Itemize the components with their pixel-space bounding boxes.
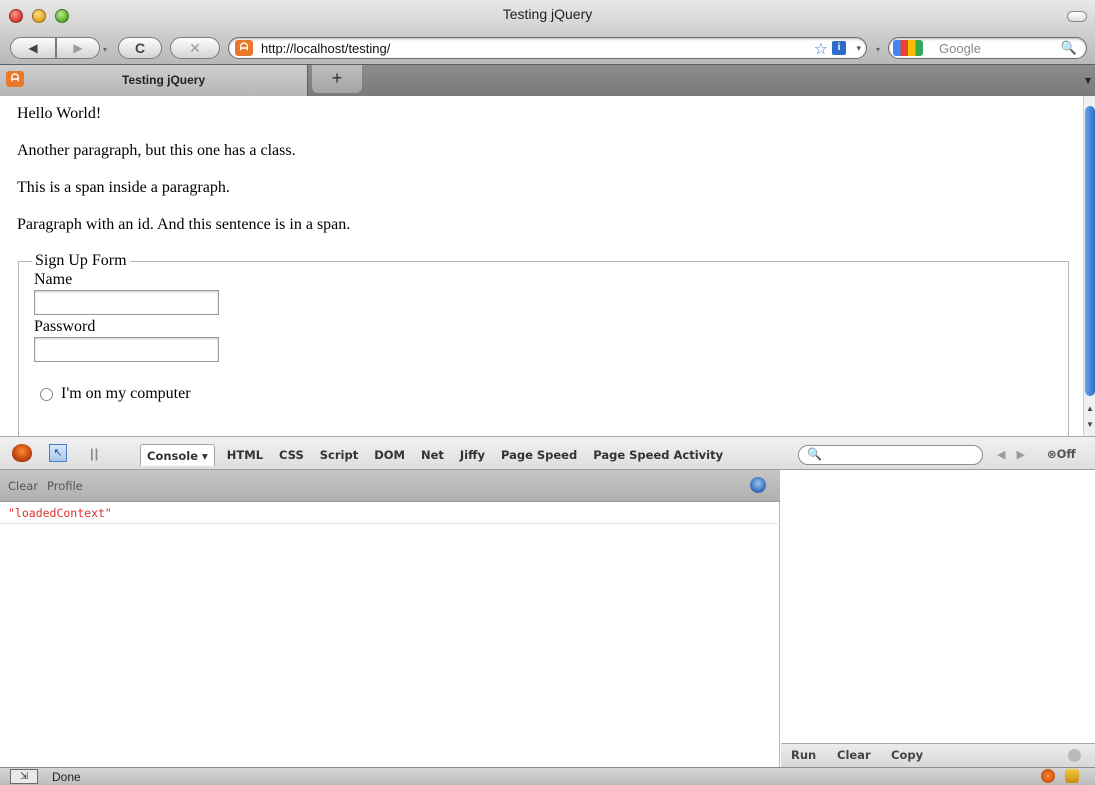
page-content: Hello World! Another paragraph, but this… xyxy=(0,96,1083,436)
paragraph-class: Another paragraph, but this one has a cl… xyxy=(17,142,296,159)
url-text[interactable]: http://localhost/testing/ xyxy=(261,41,390,56)
site-favicon-icon: ᗩ xyxy=(235,40,253,56)
status-resize-icon[interactable]: ⇲ xyxy=(10,769,38,784)
pause-icon[interactable]: || xyxy=(90,446,99,461)
tab-favicon-icon: ᗩ xyxy=(6,71,24,87)
tab-label: Testing jQuery xyxy=(122,73,206,87)
console-profile-button[interactable]: Profile xyxy=(47,479,83,493)
page-scroll-thumb[interactable] xyxy=(1085,106,1095,396)
forward-button[interactable]: ▶ xyxy=(56,37,100,59)
editor-clear-button[interactable]: Clear xyxy=(837,748,871,762)
search-icon[interactable]: 🔍 xyxy=(1061,40,1077,56)
paragraph-id: Paragraph with an id. And this sentence … xyxy=(17,216,351,233)
back-arrow-icon: ◀ xyxy=(28,41,38,55)
page-scrollbar[interactable]: ▲ ▼ xyxy=(1083,96,1095,436)
reload-icon: C xyxy=(134,40,146,56)
tab-bar: ᗩ Testing jQuery + ▾ xyxy=(0,64,1095,96)
google-engine-icon[interactable] xyxy=(893,40,923,56)
firebug-tab-jiffy[interactable]: Jiffy xyxy=(452,444,493,466)
paragraph-span: This is a span inside a paragraph. xyxy=(17,179,230,196)
search-input[interactable]: Google xyxy=(939,41,981,56)
title-bar: Testing jQuery xyxy=(0,0,1095,34)
run-button[interactable]: Run xyxy=(791,748,816,762)
url-dropdown-icon[interactable]: ▾ xyxy=(856,43,861,54)
firebug-tab-page-speed[interactable]: Page Speed xyxy=(493,444,585,466)
console-clear-button[interactable]: Clear xyxy=(8,479,38,493)
toolbar-toggle-button[interactable] xyxy=(1067,11,1087,22)
back-button[interactable]: ◀ xyxy=(10,37,56,59)
stop-icon: ✕ xyxy=(189,39,201,56)
password-label: Password xyxy=(34,318,96,335)
computer-radio-row[interactable]: I'm on my computer xyxy=(34,384,1053,404)
computer-radio-label: I'm on my computer xyxy=(61,385,191,402)
signup-form: Sign Up Form Name Password I'm on my com… xyxy=(18,252,1069,436)
address-bar[interactable]: ᗩ http://localhost/testing/ ☆ i ▾ xyxy=(228,37,867,59)
paragraph-hello: Hello World! xyxy=(17,105,102,122)
scroll-down-icon[interactable]: ▼ xyxy=(1084,418,1095,432)
firebug-nav-arrows-icon[interactable]: ◀ ▶ xyxy=(997,448,1029,461)
firebug-console-panel: Clear Profile "loadedContext" xyxy=(0,470,780,767)
firebug-tab-dom[interactable]: DOM xyxy=(366,444,413,466)
new-tab-button[interactable]: + xyxy=(312,65,362,93)
firebug-tab-page-speed-activity[interactable]: Page Speed Activity xyxy=(585,444,731,466)
firebug-tab-console[interactable]: Console ▾ xyxy=(140,444,215,466)
window-title: Testing jQuery xyxy=(502,6,593,22)
search-bar[interactable]: Google 🔍 xyxy=(888,37,1087,59)
reload-button[interactable]: C xyxy=(118,37,162,59)
tab-testing-jquery[interactable]: ᗩ Testing jQuery xyxy=(0,65,308,96)
console-log-line: "loadedContext" xyxy=(0,503,780,524)
firebug-panel-tabs: Console ▾ HTML CSS Script DOM Net Jiffy … xyxy=(140,444,731,466)
firebug-search-input[interactable]: 🔍 xyxy=(798,445,983,465)
firebug-status-icon[interactable] xyxy=(1041,769,1055,783)
firebug-toolbar: ↖ || Console ▾ HTML CSS Script DOM Net J… xyxy=(0,436,1095,470)
yslow-status-icon[interactable] xyxy=(1065,769,1079,783)
console-subtoolbar: Clear Profile xyxy=(0,470,780,502)
firebug-tab-css[interactable]: CSS xyxy=(271,444,312,466)
stop-button[interactable]: ✕ xyxy=(170,37,220,59)
status-text: Done xyxy=(52,770,81,784)
editor-close-icon[interactable] xyxy=(1068,749,1081,762)
command-editor-toolbar: Run Clear Copy xyxy=(781,743,1095,767)
scroll-up-icon[interactable]: ▲ xyxy=(1084,402,1095,416)
search-icon: 🔍 xyxy=(807,447,822,461)
history-dropdown-icon[interactable]: ▾ xyxy=(103,45,107,54)
copy-button[interactable]: Copy xyxy=(891,748,923,762)
firebug-bug-icon xyxy=(750,477,766,493)
firebug-tab-net[interactable]: Net xyxy=(413,444,452,466)
bookmark-star-icon[interactable]: ☆ xyxy=(814,39,828,59)
firebug-menu-icon[interactable] xyxy=(12,444,32,462)
firebug-tab-script[interactable]: Script xyxy=(312,444,366,466)
navigation-bar: ◀ ▶ ▾ C ✕ ᗩ http://localhost/testing/ ☆ … xyxy=(0,34,1095,64)
forward-arrow-icon: ▶ xyxy=(73,41,83,55)
firebug-off-button[interactable]: ⊗Off xyxy=(1047,447,1076,461)
search-engine-dropdown-icon[interactable]: ▾ xyxy=(876,45,880,54)
firebug-command-editor[interactable]: Run Clear Copy xyxy=(781,470,1095,767)
password-input[interactable] xyxy=(34,337,219,362)
site-info-icon[interactable]: i xyxy=(832,41,846,55)
status-bar: ⇲ Done xyxy=(0,767,1095,785)
inspect-element-button[interactable]: ↖ xyxy=(49,444,67,462)
name-input[interactable] xyxy=(34,290,219,315)
tab-list-icon[interactable]: ▾ xyxy=(1085,73,1091,87)
signup-form-legend: Sign Up Form xyxy=(35,252,127,269)
firebug-tab-html[interactable]: HTML xyxy=(219,444,271,466)
name-label: Name xyxy=(34,271,73,288)
computer-radio[interactable] xyxy=(40,387,53,401)
